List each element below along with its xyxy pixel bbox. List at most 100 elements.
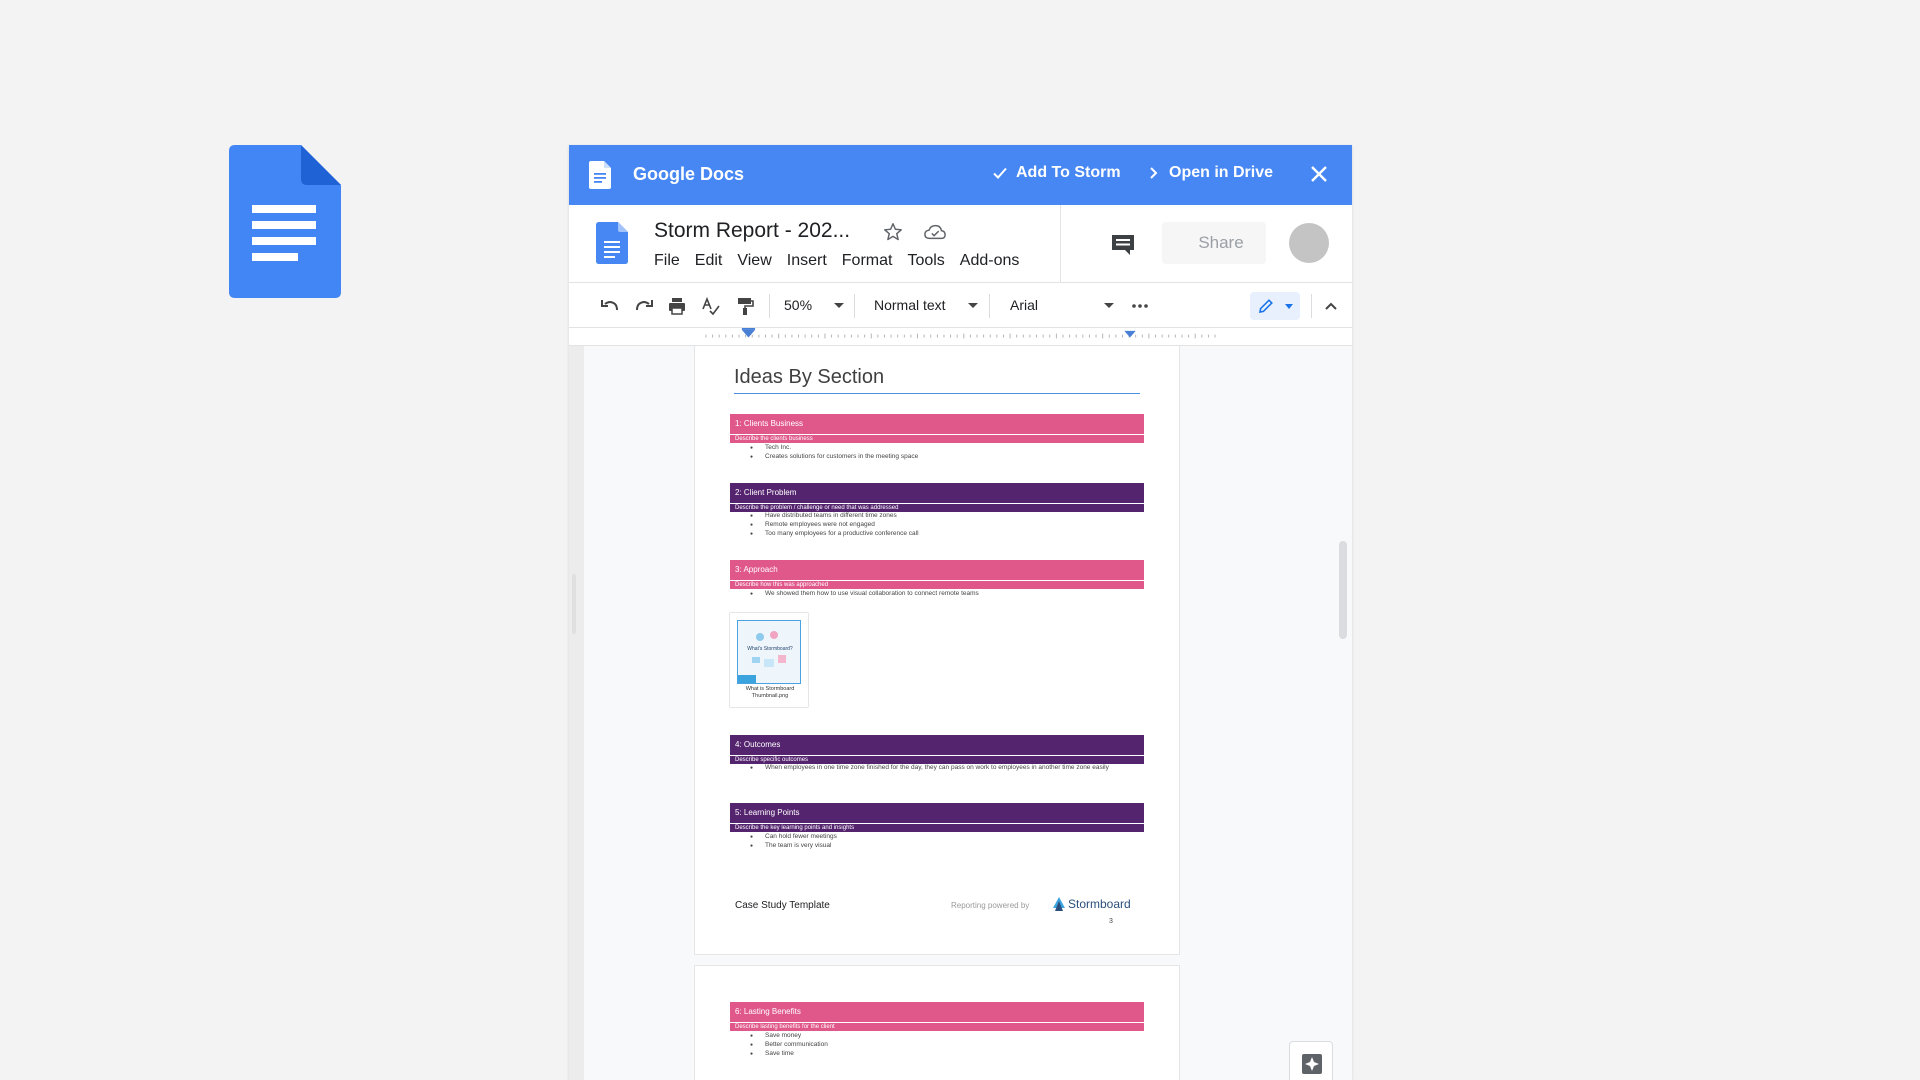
formatting-toolbar: 50% Normal text Arial bbox=[569, 284, 1352, 328]
menu-view[interactable]: View bbox=[737, 252, 771, 270]
share-button[interactable]: Share bbox=[1162, 222, 1266, 264]
section-title: 4: Outcomes bbox=[730, 735, 1144, 755]
doc-title[interactable]: Storm Report - 202... bbox=[654, 219, 850, 243]
bullet-list: Tech Inc. Creates solutions for customer… bbox=[750, 444, 1140, 462]
check-icon bbox=[993, 167, 1007, 179]
app-bar: Google Docs Add To Storm Open in Drive bbox=[569, 145, 1352, 205]
docs-preview-window: Google Docs Add To Storm Open in Drive S… bbox=[569, 145, 1352, 1080]
section-subtitle: Describe the clients business bbox=[730, 435, 1144, 443]
footer-template-name: Case Study Template bbox=[735, 900, 830, 911]
more-options-icon[interactable] bbox=[1130, 296, 1150, 316]
vertical-scrollbar[interactable] bbox=[1339, 541, 1347, 639]
document-canvas[interactable]: Ideas By Section 1: Clients Business Des… bbox=[569, 346, 1352, 1080]
list-item: When employees in one time zone finished… bbox=[750, 764, 1140, 773]
section-subtitle: Describe the key learning points and ins… bbox=[730, 824, 1144, 832]
app-title: Google Docs bbox=[633, 164, 745, 184]
menu-tools[interactable]: Tools bbox=[907, 252, 944, 270]
paragraph-style-select[interactable]: Normal text bbox=[874, 297, 946, 313]
attachment-caption: What is Stormboard Thumbnail.png bbox=[745, 686, 795, 699]
add-to-storm-label: Add To Storm bbox=[1016, 164, 1121, 181]
paint-format-icon[interactable] bbox=[735, 296, 755, 316]
docs-icon bbox=[589, 161, 611, 189]
section-band: 3: Approach Describe how this was approa… bbox=[730, 560, 1144, 589]
list-item: Have distributed teams in different time… bbox=[750, 512, 1140, 521]
bullet-list: We showed them how to use visual collabo… bbox=[750, 590, 1140, 599]
section-title: 3: Approach bbox=[730, 560, 1144, 580]
document-page[interactable]: 6: Lasting Benefits Describe lasting ben… bbox=[695, 966, 1179, 1080]
menu-insert[interactable]: Insert bbox=[787, 252, 827, 270]
spellcheck-icon[interactable] bbox=[701, 296, 721, 316]
list-item: Save money bbox=[750, 1032, 1140, 1041]
left-drag-handle[interactable] bbox=[572, 574, 576, 634]
share-label: Share bbox=[1198, 233, 1244, 252]
comment-icon[interactable] bbox=[1110, 233, 1136, 257]
print-icon[interactable] bbox=[667, 296, 687, 316]
avatar[interactable] bbox=[1289, 223, 1329, 263]
section-subtitle: Describe specific outcomes bbox=[730, 756, 1144, 764]
editing-mode-button[interactable] bbox=[1250, 292, 1300, 320]
menu-format[interactable]: Format bbox=[842, 252, 893, 270]
redo-icon[interactable] bbox=[634, 296, 654, 316]
list-item: The team is very visual bbox=[750, 842, 1140, 851]
thumbnail-text: What's Stormboard? bbox=[747, 646, 793, 652]
page-number: 3 bbox=[1109, 918, 1113, 925]
stormboard-logo: Stormboard bbox=[1053, 897, 1131, 911]
section-subtitle: Describe how this was approached bbox=[730, 581, 1144, 589]
list-item: Creates solutions for customers in the m… bbox=[750, 453, 1140, 462]
close-icon[interactable] bbox=[1308, 163, 1330, 185]
style-dropdown-icon[interactable] bbox=[968, 303, 978, 308]
explore-button[interactable] bbox=[1289, 1041, 1333, 1080]
zoom-dropdown-icon[interactable] bbox=[834, 303, 844, 308]
google-docs-logo-icon bbox=[229, 145, 341, 298]
pencil-icon bbox=[1259, 299, 1273, 313]
list-item: Too many employees for a productive conf… bbox=[750, 530, 1140, 539]
section-band: 5: Learning Points Describe the key lear… bbox=[730, 803, 1144, 832]
cloud-saved-icon[interactable] bbox=[924, 223, 946, 241]
section-title: 1: Clients Business bbox=[730, 414, 1144, 434]
ruler[interactable] bbox=[569, 328, 1352, 346]
section-band: 2: Client Problem Describe the problem /… bbox=[730, 483, 1144, 512]
section-title: 2: Client Problem bbox=[730, 483, 1144, 503]
font-select[interactable]: Arial bbox=[1010, 297, 1038, 313]
thumbnail-illustration-icon bbox=[738, 631, 786, 683]
attachment-thumbnail[interactable]: What's Stormboard? What is Stormboard Th… bbox=[729, 612, 809, 708]
section-subtitle: Describe the problem / challenge or need… bbox=[730, 504, 1144, 512]
toolbar-divider bbox=[854, 294, 855, 318]
font-dropdown-icon[interactable] bbox=[1104, 303, 1114, 308]
heading-underline bbox=[734, 393, 1140, 394]
add-to-storm-button[interactable]: Add To Storm bbox=[992, 164, 1121, 182]
list-item: Better communication bbox=[750, 1041, 1140, 1050]
star-icon[interactable] bbox=[882, 221, 904, 243]
stormboard-thumbnail-image: What's Stormboard? bbox=[737, 620, 801, 684]
section-title: 6: Lasting Benefits bbox=[730, 1002, 1144, 1022]
list-item: Remote employees were not engaged bbox=[750, 521, 1140, 530]
menu-edit[interactable]: Edit bbox=[695, 252, 723, 270]
toolbar-divider bbox=[989, 294, 990, 318]
chevron-right-icon bbox=[1150, 167, 1158, 179]
explore-sparkle-icon bbox=[1302, 1054, 1322, 1074]
document-page[interactable]: Ideas By Section 1: Clients Business Des… bbox=[695, 346, 1179, 954]
section-band: 4: Outcomes Describe specific outcomes bbox=[730, 735, 1144, 764]
section-title: 5: Learning Points bbox=[730, 803, 1144, 823]
toolbar-divider bbox=[1311, 294, 1312, 318]
list-item: Save time bbox=[750, 1050, 1140, 1059]
menu-file[interactable]: File bbox=[654, 252, 680, 270]
list-item: Can hold fewer meetings bbox=[750, 833, 1140, 842]
chevron-up-icon[interactable] bbox=[1321, 296, 1341, 316]
undo-icon[interactable] bbox=[600, 296, 620, 316]
footer-powered-by: Reporting powered by bbox=[951, 901, 1030, 910]
doc-header: Storm Report - 202... File Edit View Ins… bbox=[569, 205, 1352, 283]
header-divider bbox=[1060, 205, 1061, 283]
section-band: 1: Clients Business Describe the clients… bbox=[730, 414, 1144, 443]
bullet-list: Can hold fewer meetings The team is very… bbox=[750, 833, 1140, 851]
bullet-list: Save money Better communication Save tim… bbox=[750, 1032, 1140, 1058]
left-gutter bbox=[569, 346, 584, 1080]
open-in-drive-button[interactable]: Open in Drive bbox=[1147, 164, 1273, 182]
toolbar-divider bbox=[769, 294, 770, 318]
doc-file-icon[interactable] bbox=[596, 222, 628, 264]
menu-bar: File Edit View Insert Format Tools Add-o… bbox=[654, 252, 1034, 270]
zoom-select[interactable]: 50% bbox=[784, 297, 812, 313]
menu-add-ons[interactable]: Add-ons bbox=[960, 252, 1020, 270]
list-item: Tech Inc. bbox=[750, 444, 1140, 453]
stormboard-logo-icon bbox=[1053, 897, 1065, 911]
